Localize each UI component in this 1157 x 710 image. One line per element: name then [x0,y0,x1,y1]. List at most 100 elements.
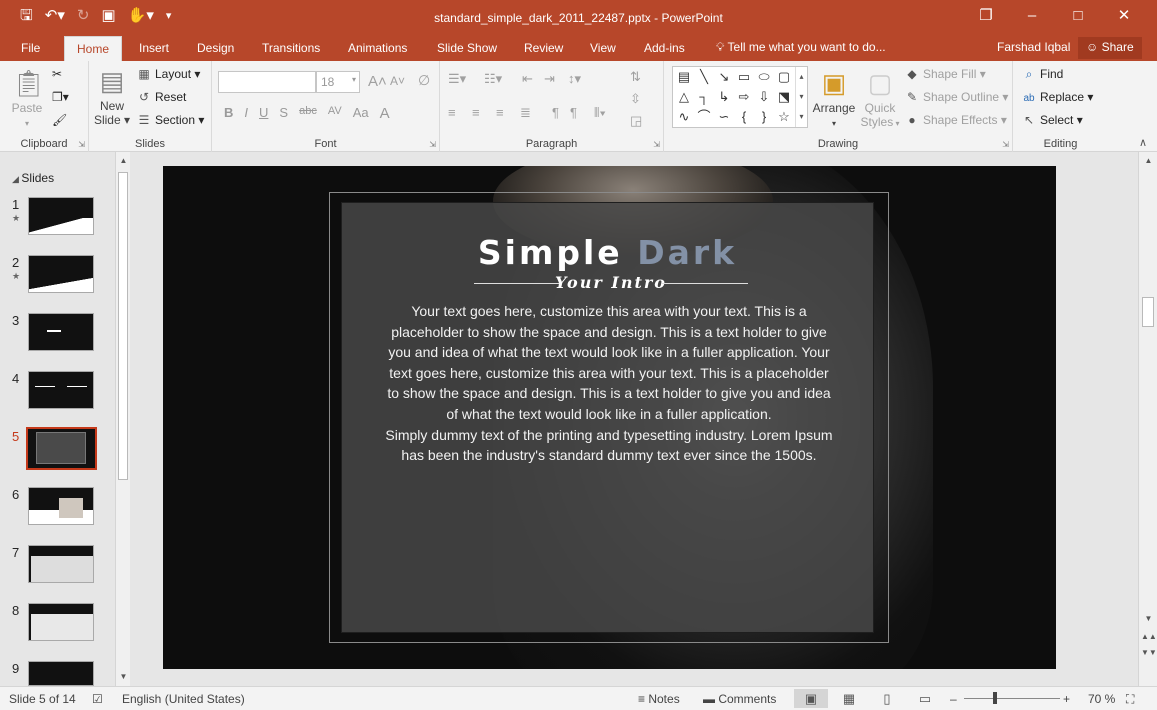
shape-outline-button[interactable]: ✎ Shape Outline ▾ [904,90,1008,104]
language-indicator[interactable]: English (United States) [122,692,245,706]
share-button[interactable]: ☺ Share [1078,37,1142,59]
align-center-icon[interactable]: ≡ [472,105,480,120]
scroll-up-icon[interactable]: ▲ [116,156,131,165]
font-size-input[interactable]: 18 ▾ [316,71,360,93]
close-icon[interactable]: ✕ [1101,5,1147,27]
shape-fill-button[interactable]: ◆ Shape Fill ▾ [904,67,985,81]
tab-design[interactable]: Design [197,40,234,56]
slide-thumbnail-6[interactable]: 6 [0,487,115,543]
smartart-icon[interactable]: ◲ [630,113,642,129]
tab-home[interactable]: Home [64,36,123,61]
new-slide-button[interactable]: ▤ New Slide ▾ [93,65,131,127]
maximize-icon[interactable]: □ [1055,5,1101,27]
slide-thumbnail-8[interactable]: 8 [0,603,115,659]
spell-check-icon[interactable]: ☑ [92,692,103,706]
slide-thumbnail-7[interactable]: 7 [0,545,115,601]
font-color-button[interactable]: A [380,105,390,122]
bullets-icon[interactable]: ☰▾ [448,71,466,87]
reset-button[interactable]: ↺ Reset [136,90,186,104]
slide-sorter-view-icon[interactable]: ▦ [832,689,866,708]
right-arrow-shape-icon[interactable]: ⇨ [735,88,753,106]
paste-button[interactable]: 📋︎ Paste ▾ [8,67,46,131]
freeform-shape-icon[interactable]: ⬔ [775,88,793,106]
down-arrow-shape-icon[interactable]: ⇩ [755,88,773,106]
previous-slide-icon[interactable]: ▲▲ [1141,632,1157,641]
minimize-icon[interactable]: – [1009,5,1055,27]
collapse-ribbon-icon[interactable]: ∧ [1139,136,1147,149]
triangle-shape-icon[interactable]: △ [675,88,693,106]
quick-styles-button[interactable]: ▢ Quick Styles ▾ [860,67,900,131]
scribble-shape-icon[interactable]: ∿ [675,108,693,126]
zoom-slider-thumb[interactable] [993,692,997,704]
textbox-shape-icon[interactable]: ▤ [675,68,693,86]
rectangle-shape-icon[interactable]: ▭ [735,68,753,86]
scroll-down-icon[interactable]: ▼ [1141,614,1156,623]
rounded-rect-shape-icon[interactable]: ▢ [775,68,793,86]
arrow-line-shape-icon[interactable]: ↘ [715,68,733,86]
font-launcher-icon[interactable]: ⇲ [429,140,436,149]
zoom-level[interactable]: 70 % [1088,692,1115,706]
arc-shape-icon[interactable]: ⌒ [695,108,713,126]
clipboard-launcher-icon[interactable]: ⇲ [78,140,85,149]
tab-animations[interactable]: Animations [348,40,407,56]
elbow-connector-icon[interactable]: ┐ [695,88,713,106]
line-shape-icon[interactable]: ╲ [695,68,713,86]
tab-review[interactable]: Review [524,40,563,56]
align-left-icon[interactable]: ≡ [448,105,456,120]
shapes-more-icon[interactable]: ▴ ▾ ▾ [795,67,807,127]
clear-formatting-icon[interactable]: ∅ [418,72,430,89]
slide-thumbnail-2[interactable]: 2 ★ [0,255,115,311]
tab-slide-show[interactable]: Slide Show [437,40,497,56]
scroll-down-icon[interactable]: ▼ [116,672,131,681]
shape-effects-button[interactable]: ● Shape Effects ▾ [904,113,1006,127]
tab-insert[interactable]: Insert [139,40,169,56]
editor-scroll-thumb[interactable] [1142,297,1154,327]
slide-title[interactable]: Simple Dark [342,233,873,272]
font-name-input[interactable] [218,71,316,93]
format-painter-icon[interactable]: 🖌︎ [52,113,67,127]
slideshow-view-icon[interactable]: ▭ [908,689,942,708]
copy-icon[interactable]: ❐▾ [52,90,69,104]
increase-indent-icon[interactable]: ⇥ [544,71,555,87]
slide-thumbnail-3[interactable]: 3 [0,313,115,369]
zoom-out-icon[interactable]: – [950,692,957,706]
bold-button[interactable]: B [224,105,233,122]
text-direction-icon[interactable]: ⇅ [630,69,641,85]
section-button[interactable]: ☰ Section ▾ [136,113,205,127]
slides-panel-scrollbar[interactable]: ▲ ▼ [115,152,130,686]
tab-view[interactable]: View [590,40,616,56]
shadow-button[interactable]: S [279,105,288,122]
curve-shape-icon[interactable]: ∽ [715,108,733,126]
left-brace-icon[interactable]: { [735,108,753,126]
shapes-gallery[interactable]: ▤ ╲ ↘ ▭ ⬭ ▢ △ ┐ ↳ ⇨ ⇩ ⬔ ∿ ⌒ ∽ { } ☆ ▴ ▾ ▾ [672,66,808,128]
comments-button[interactable]: ▬ Comments [703,692,776,706]
cut-icon[interactable]: ✂ [52,67,62,81]
slides-panel-header[interactable]: ◢ Slides [12,171,54,185]
replace-button[interactable]: ab Replace ▾ [1021,90,1093,104]
tab-add-ins[interactable]: Add-ins [644,40,685,56]
rtl-icon[interactable]: ¶ [570,105,577,120]
drawing-launcher-icon[interactable]: ⇲ [1002,140,1009,149]
ltr-icon[interactable]: ¶ [552,105,559,120]
arrange-button[interactable]: ▣ Arrange ▾ [812,67,856,131]
tell-me-search[interactable]: 💡︎ Tell me what you want to do... [716,40,886,55]
justify-icon[interactable]: ≣ [520,105,531,121]
italic-button[interactable]: I [244,105,248,122]
slides-panel-scroll-thumb[interactable] [118,172,128,480]
decrease-indent-icon[interactable]: ⇤ [522,71,533,87]
elbow-arrow-icon[interactable]: ↳ [715,88,733,106]
right-brace-icon[interactable]: } [755,108,773,126]
slide-body-text[interactable]: Your text goes here, customize this area… [384,301,834,466]
editor-vertical-scrollbar[interactable]: ▲ ▼ ▲▲ ▼▼ [1138,152,1157,686]
change-case-button[interactable]: Aa [353,105,369,122]
find-button[interactable]: ⌕ Find [1021,67,1064,82]
reading-view-icon[interactable]: ▯ [870,689,904,708]
align-right-icon[interactable]: ≡ [496,105,504,120]
character-spacing-button[interactable]: AV [328,105,342,122]
slide-thumbnail-5[interactable]: 5 [0,427,115,485]
paragraph-launcher-icon[interactable]: ⇲ [653,140,660,149]
star-shape-icon[interactable]: ☆ [775,108,793,126]
oval-shape-icon[interactable]: ⬭ [755,68,773,86]
slide-thumbnail-4[interactable]: 4 [0,371,115,427]
slide-canvas[interactable]: Simple Dark Your Intro Your text goes he… [163,166,1056,669]
